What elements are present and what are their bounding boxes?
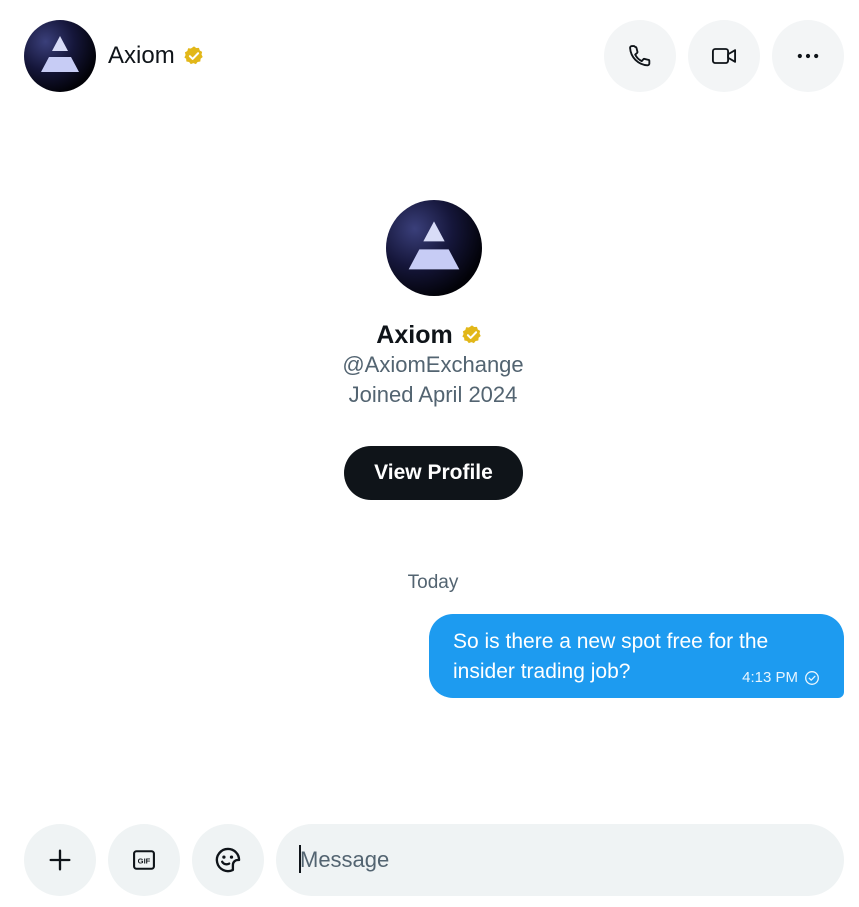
phone-icon — [629, 45, 651, 67]
more-options-button[interactable] — [772, 20, 844, 92]
gif-icon: GIF — [133, 850, 155, 870]
video-call-button[interactable] — [688, 20, 760, 92]
message-composer[interactable] — [276, 824, 844, 896]
view-profile-button[interactable]: View Profile — [344, 446, 523, 500]
plus-icon — [49, 849, 71, 871]
date-separator: Today — [407, 572, 459, 593]
axiom-logo-icon — [41, 36, 79, 72]
profile-name: Axiom — [376, 320, 453, 349]
message-input[interactable] — [300, 840, 820, 880]
profile-handle: @AxiomExchange — [342, 352, 524, 377]
call-button[interactable] — [604, 20, 676, 92]
sent-check-icon — [805, 670, 819, 685]
dm-conversation: Axiom Axiom @AxiomExchange Joined April … — [0, 0, 859, 907]
message-time: 4:13 PM — [742, 669, 798, 686]
conversation-header: Axiom — [0, 0, 859, 112]
header-avatar[interactable] — [24, 20, 96, 92]
message-bubble-outgoing[interactable]: So is there a new spot free for the insi… — [429, 614, 844, 698]
axiom-logo-icon — [408, 221, 460, 270]
emoji-button[interactable] — [192, 824, 264, 896]
video-icon — [711, 48, 737, 64]
emoji-icon — [215, 847, 241, 873]
verified-badge-icon — [183, 45, 205, 67]
text-caret — [299, 845, 301, 873]
gif-button[interactable]: GIF — [108, 824, 180, 896]
svg-text:GIF: GIF — [138, 857, 151, 866]
profile-title: Axiom — [0, 319, 859, 351]
header-name: Axiom — [108, 42, 175, 69]
header-title[interactable]: Axiom — [108, 40, 205, 72]
verified-badge-icon — [461, 324, 483, 346]
more-icon — [797, 53, 819, 59]
profile-avatar[interactable] — [386, 200, 482, 296]
add-media-button[interactable] — [24, 824, 96, 896]
profile-joined-date: Joined April 2024 — [348, 382, 518, 407]
message-meta: 4:13 PM — [742, 669, 820, 686]
